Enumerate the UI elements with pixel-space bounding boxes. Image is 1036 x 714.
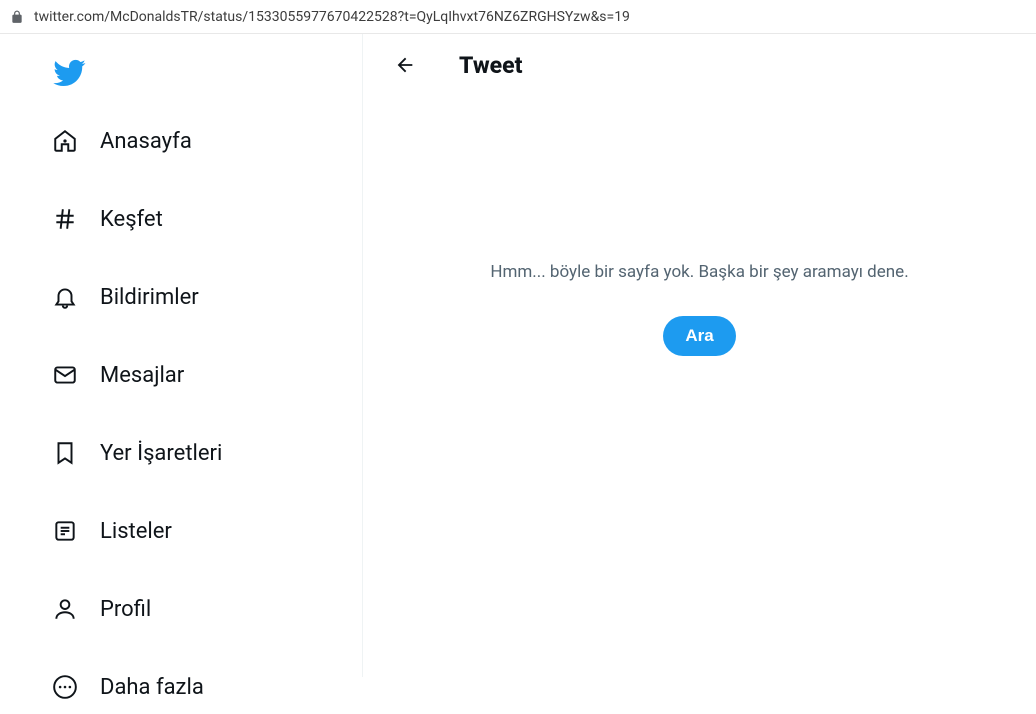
bell-icon <box>52 284 78 310</box>
list-icon <box>52 518 78 544</box>
nav-messages[interactable]: Mesajlar <box>42 348 194 402</box>
nav-profile[interactable]: Profil <box>42 582 161 636</box>
more-icon <box>52 674 78 700</box>
nav-label: Keşfet <box>100 207 163 232</box>
back-button[interactable] <box>387 47 423 83</box>
url-text: twitter.com/McDonaldsTR/status/153305597… <box>34 9 630 25</box>
main-header: Tweet <box>363 34 1036 96</box>
nav-home[interactable]: Anasayfa <box>42 114 202 168</box>
address-bar[interactable]: twitter.com/McDonaldsTR/status/153305597… <box>0 0 1036 34</box>
hash-icon <box>52 206 78 232</box>
nav-notifications[interactable]: Bildirimler <box>42 270 209 324</box>
nav-label: Listeler <box>100 519 172 544</box>
nav-more[interactable]: Daha fazla <box>42 660 214 714</box>
empty-message: Hmm... böyle bir sayfa yok. Başka bir şe… <box>490 262 908 282</box>
nav-label: Profil <box>100 597 151 622</box>
empty-state: Hmm... böyle bir sayfa yok. Başka bir şe… <box>363 96 1036 677</box>
nav-label: Daha fazla <box>100 675 204 700</box>
bookmark-icon <box>52 440 78 466</box>
nav-lists[interactable]: Listeler <box>42 504 182 558</box>
main-content: Tweet Hmm... böyle bir sayfa yok. Başka … <box>363 34 1036 677</box>
mail-icon <box>52 362 78 388</box>
nav-explore[interactable]: Keşfet <box>42 192 173 246</box>
search-button[interactable]: Ara <box>663 316 735 356</box>
nav-label: Bildirimler <box>100 285 199 310</box>
lock-icon <box>10 10 24 24</box>
nav-label: Yer İşaretleri <box>100 441 222 466</box>
home-icon <box>52 128 78 154</box>
profile-icon <box>52 596 78 622</box>
nav-label: Mesajlar <box>100 363 184 388</box>
twitter-logo[interactable] <box>42 40 362 114</box>
page-title: Tweet <box>459 52 522 79</box>
sidebar: Anasayfa Keşfet Bildirimler Mesajlar <box>0 34 363 677</box>
nav-bookmarks[interactable]: Yer İşaretleri <box>42 426 232 480</box>
nav-label: Anasayfa <box>100 129 192 154</box>
